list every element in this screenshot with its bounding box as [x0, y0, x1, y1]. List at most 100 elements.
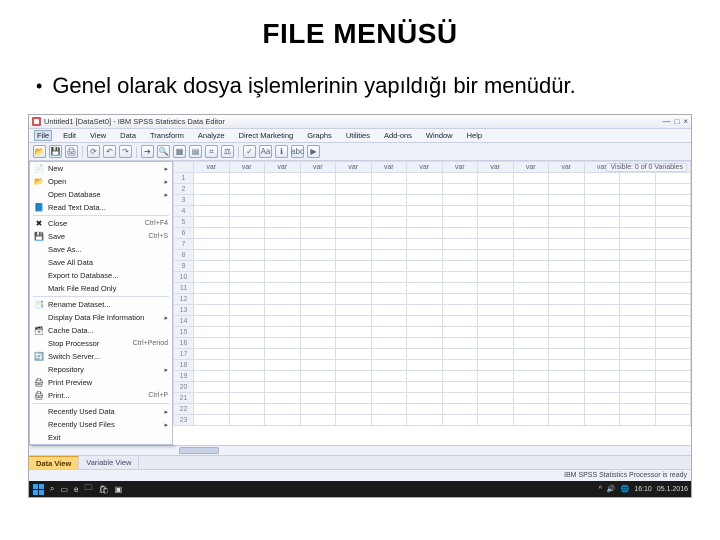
taskbar-edge-icon[interactable]: e — [74, 485, 78, 494]
grid-cell[interactable] — [194, 349, 230, 360]
grid-cell[interactable] — [300, 261, 336, 272]
grid-cell[interactable] — [655, 382, 691, 393]
grid-cell[interactable] — [549, 261, 585, 272]
variables-icon[interactable]: ℹ — [275, 145, 288, 158]
column-header[interactable]: var — [442, 162, 478, 173]
row-header[interactable]: 8 — [174, 250, 194, 261]
file-menu-save[interactable]: 💾SaveCtrl+S — [30, 230, 172, 243]
grid-cell[interactable] — [549, 305, 585, 316]
grid-cell[interactable] — [371, 206, 407, 217]
undo-icon[interactable]: ↶ — [103, 145, 116, 158]
grid-cell[interactable] — [442, 250, 478, 261]
grid-cell[interactable] — [336, 239, 372, 250]
grid-cell[interactable] — [442, 338, 478, 349]
grid-cell[interactable] — [265, 349, 301, 360]
grid-cell[interactable] — [620, 294, 656, 305]
grid-cell[interactable] — [478, 195, 514, 206]
grid-cell[interactable] — [336, 338, 372, 349]
grid-cell[interactable] — [549, 371, 585, 382]
grid-cell[interactable] — [478, 206, 514, 217]
grid-cell[interactable] — [300, 360, 336, 371]
grid-cell[interactable] — [265, 294, 301, 305]
grid-cell[interactable] — [407, 393, 443, 404]
row-header[interactable]: 11 — [174, 283, 194, 294]
row-header[interactable]: 5 — [174, 217, 194, 228]
grid-cell[interactable] — [371, 195, 407, 206]
row-header[interactable]: 22 — [174, 404, 194, 415]
grid-cell[interactable] — [478, 283, 514, 294]
grid-cell[interactable] — [300, 415, 336, 426]
grid-cell[interactable] — [478, 360, 514, 371]
grid-cell[interactable] — [513, 239, 549, 250]
grid-cell[interactable] — [478, 316, 514, 327]
select-icon[interactable]: ✓ — [243, 145, 256, 158]
grid-cell[interactable] — [229, 283, 265, 294]
grid-cell[interactable] — [513, 228, 549, 239]
grid-cell[interactable] — [584, 371, 620, 382]
grid-cell[interactable] — [300, 305, 336, 316]
grid-cell[interactable] — [655, 393, 691, 404]
file-menu-recently-used-files[interactable]: Recently Used Files▸ — [30, 418, 172, 431]
grid-cell[interactable] — [265, 250, 301, 261]
grid-cell[interactable] — [229, 272, 265, 283]
grid-cell[interactable] — [194, 393, 230, 404]
grid-cell[interactable] — [336, 184, 372, 195]
row-header[interactable]: 9 — [174, 261, 194, 272]
file-menu-open-database[interactable]: Open Database▸ — [30, 188, 172, 201]
grid-cell[interactable] — [478, 217, 514, 228]
file-menu-print[interactable]: 🖨Print...Ctrl+P — [30, 389, 172, 402]
grid-cell[interactable] — [513, 206, 549, 217]
file-menu-close[interactable]: ✖CloseCtrl+F4 — [30, 217, 172, 230]
grid-cell[interactable] — [620, 305, 656, 316]
grid-cell[interactable] — [371, 305, 407, 316]
grid-cell[interactable] — [229, 349, 265, 360]
grid-cell[interactable] — [478, 272, 514, 283]
grid-cell[interactable] — [513, 382, 549, 393]
grid-cell[interactable] — [655, 173, 691, 184]
grid-cell[interactable] — [478, 371, 514, 382]
grid-cell[interactable] — [584, 250, 620, 261]
grid-cell[interactable] — [371, 349, 407, 360]
grid-cell[interactable] — [371, 360, 407, 371]
grid-cell[interactable] — [336, 272, 372, 283]
grid-cell[interactable] — [513, 349, 549, 360]
taskbar-app-icon[interactable]: ▣ — [115, 485, 123, 494]
grid-cell[interactable] — [265, 305, 301, 316]
grid-cell[interactable] — [229, 371, 265, 382]
grid-cell[interactable] — [442, 217, 478, 228]
grid-cell[interactable] — [620, 195, 656, 206]
grid-cell[interactable] — [407, 283, 443, 294]
grid-cell[interactable] — [655, 316, 691, 327]
grid-cell[interactable] — [300, 184, 336, 195]
grid-cell[interactable] — [655, 261, 691, 272]
grid-cell[interactable] — [300, 173, 336, 184]
grid-cell[interactable] — [229, 316, 265, 327]
file-menu-repository[interactable]: Repository▸ — [30, 363, 172, 376]
grid-cell[interactable] — [442, 206, 478, 217]
grid-cell[interactable] — [300, 371, 336, 382]
grid-cell[interactable] — [620, 415, 656, 426]
grid-cell[interactable] — [336, 195, 372, 206]
grid-cell[interactable] — [549, 283, 585, 294]
grid-cell[interactable] — [336, 349, 372, 360]
grid-cell[interactable] — [371, 228, 407, 239]
run-icon[interactable]: ▶ — [307, 145, 320, 158]
grid-cell[interactable] — [229, 294, 265, 305]
grid-cell[interactable] — [336, 228, 372, 239]
grid-cell[interactable] — [513, 294, 549, 305]
column-header[interactable]: var — [336, 162, 372, 173]
grid-cell[interactable] — [194, 338, 230, 349]
grid-cell[interactable] — [442, 393, 478, 404]
grid-cell[interactable] — [513, 184, 549, 195]
grid-cell[interactable] — [655, 206, 691, 217]
grid-cell[interactable] — [584, 404, 620, 415]
grid-cell[interactable] — [655, 250, 691, 261]
grid-cell[interactable] — [336, 305, 372, 316]
row-header[interactable]: 6 — [174, 228, 194, 239]
grid-cell[interactable] — [300, 272, 336, 283]
grid-cell[interactable] — [584, 261, 620, 272]
grid-cell[interactable] — [620, 261, 656, 272]
grid-cell[interactable] — [513, 371, 549, 382]
grid-cell[interactable] — [194, 316, 230, 327]
grid-cell[interactable] — [194, 272, 230, 283]
